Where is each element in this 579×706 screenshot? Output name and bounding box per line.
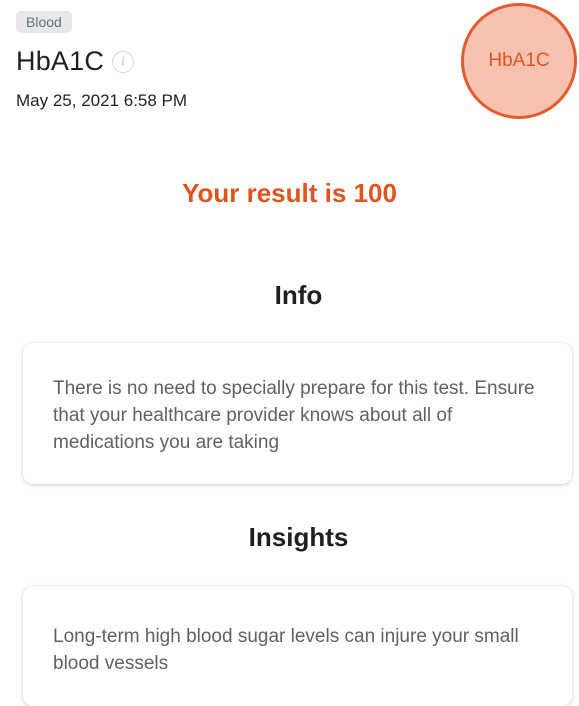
title-row: HbA1C i: [16, 46, 135, 77]
insights-heading: Insights: [248, 522, 349, 552]
insights-card-text: Long-term high blood sugar levels can in…: [53, 626, 519, 674]
info-icon[interactable]: i: [112, 50, 135, 73]
test-title: HbA1C: [16, 46, 105, 76]
result-text: Your result is 100: [182, 178, 397, 208]
info-heading: Info: [274, 280, 323, 310]
test-badge: HbA1C: [461, 3, 577, 119]
test-timestamp: May 25, 2021 6:58 PM: [16, 91, 188, 110]
test-badge-label: HbA1C: [488, 50, 550, 71]
category-chip: Blood: [16, 11, 72, 33]
info-card: There is no need to specially prepare fo…: [23, 343, 572, 484]
insights-card: Long-term high blood sugar levels can in…: [23, 586, 572, 706]
info-card-text: There is no need to specially prepare fo…: [53, 378, 535, 453]
